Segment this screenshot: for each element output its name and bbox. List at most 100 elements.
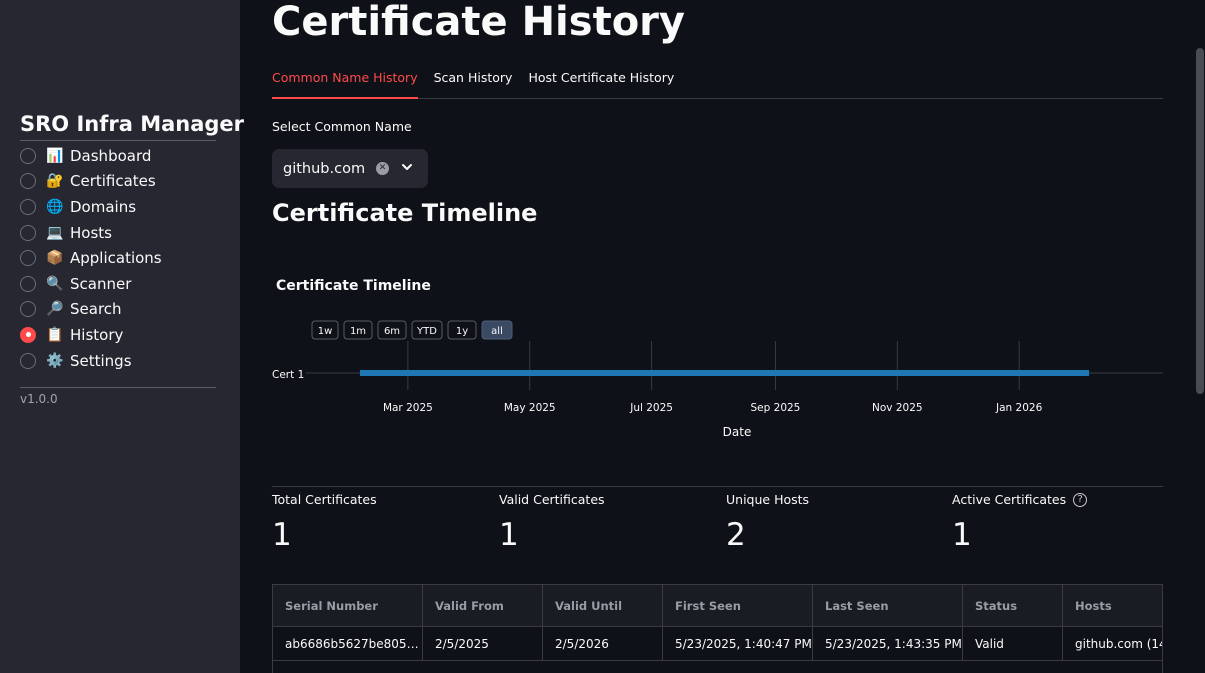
sidebar-item-dashboard[interactable]: 📊 Dashboard — [20, 143, 162, 169]
range-button-label: 1w — [318, 326, 333, 337]
chevron-down-icon[interactable] — [399, 159, 415, 175]
metric-unique-hosts: Unique Hosts 2 — [726, 492, 809, 553]
range-button-all[interactable]: all — [481, 320, 513, 340]
table-cell: 5/23/2025, 1:43:35 PM — [813, 627, 963, 660]
sidebar-item-search[interactable]: 🔎 Search — [20, 297, 162, 323]
sidebar-item-label: Search — [70, 300, 122, 319]
metric-valid-certificates: Valid Certificates 1 — [499, 492, 605, 553]
sidebar-item-settings[interactable]: ⚙️ Settings — [20, 348, 162, 374]
tab-bar: Common Name History Scan History Host Ce… — [272, 68, 1163, 99]
column-header[interactable]: Hosts — [1063, 585, 1162, 626]
sidebar-item-label: History — [70, 325, 124, 344]
tab-host-certificate-history[interactable]: Host Certificate History — [528, 68, 674, 99]
tab-common-name-history[interactable]: Common Name History — [272, 68, 418, 99]
table-cell: 2/5/2025 — [423, 627, 543, 660]
table-cell: 5/23/2025, 1:40:47 PM — [663, 627, 813, 660]
range-button-label: 6m — [384, 326, 400, 337]
common-name-select[interactable]: github.com ✕ — [272, 149, 428, 188]
radio-button[interactable] — [20, 301, 36, 318]
main-content: Certificate History Common Name History … — [272, 0, 1163, 673]
series-label: Cert 1 — [272, 369, 304, 381]
search-icon: 🔎 — [46, 301, 64, 318]
column-header[interactable]: Last Seen — [813, 585, 963, 626]
timeline-bar[interactable] — [359, 370, 1090, 376]
sidebar-item-history[interactable]: 📋 History — [20, 322, 162, 348]
range-button-1w[interactable]: 1w — [311, 320, 339, 340]
x-tick-label: Jan 2026 — [995, 402, 1043, 414]
laptop-icon: 💻 — [46, 224, 64, 241]
magnifier-icon: 🔍 — [46, 275, 64, 292]
sidebar-item-hosts[interactable]: 💻 Hosts — [20, 220, 162, 246]
radio-button[interactable] — [20, 147, 36, 164]
metric-label: Valid Certificates — [499, 492, 605, 507]
radio-button[interactable] — [20, 198, 36, 215]
gear-icon: ⚙️ — [46, 352, 64, 369]
column-header[interactable]: Valid From — [423, 585, 543, 626]
clear-icon[interactable]: ✕ — [376, 162, 389, 175]
x-tick-label: Nov 2025 — [872, 402, 923, 414]
range-button-1m[interactable]: 1m — [343, 320, 373, 340]
clipboard-icon: 📋 — [46, 326, 64, 343]
package-icon: 📦 — [46, 250, 64, 267]
range-button-6m[interactable]: 6m — [377, 320, 407, 340]
sidebar-item-label: Scanner — [70, 274, 132, 293]
column-header[interactable]: Serial Number — [273, 585, 423, 626]
radio-button[interactable] — [20, 326, 36, 343]
radio-button[interactable] — [20, 250, 36, 267]
globe-icon: 🌐 — [46, 198, 64, 215]
x-tick-label: Mar 2025 — [383, 402, 433, 414]
certificate-timeline-chart: Certificate Timeline 1w 1m 6m YTD 1y all Cert… — [272, 278, 1163, 439]
metric-active-certificates: Active Certificates ? 1 — [952, 492, 1088, 553]
metric-value: 1 — [272, 517, 292, 553]
scrollbar-thumb[interactable] — [1196, 48, 1204, 394]
radio-button[interactable] — [20, 224, 36, 241]
x-tick-label: May 2025 — [504, 402, 556, 414]
version-label: v1.0.0 — [20, 392, 58, 406]
range-button-1y[interactable]: 1y — [447, 320, 477, 340]
select-common-name-label: Select Common Name — [272, 119, 412, 134]
x-tick-label: Jul 2025 — [629, 402, 673, 414]
table-row[interactable]: ab6686b5627be805… 2/5/2025 2/5/2026 5/23/20… — [273, 627, 1162, 661]
sidebar-item-domains[interactable]: 🌐 Domains — [20, 194, 162, 220]
scrollbar[interactable] — [1194, 0, 1205, 673]
bar-chart-icon: 📊 — [46, 147, 64, 164]
tab-scan-history[interactable]: Scan History — [434, 68, 513, 99]
chart-bars — [359, 370, 1090, 376]
column-header[interactable]: Valid Until — [543, 585, 663, 626]
metric-total-certificates: Total Certificates 1 — [272, 492, 377, 553]
x-tick-label: Sep 2025 — [751, 402, 801, 414]
metric-label: Active Certificates — [952, 492, 1067, 507]
table-cell: 2/5/2026 — [543, 627, 663, 660]
section-title: Certificate Timeline — [272, 199, 538, 227]
radio-button[interactable] — [20, 352, 36, 369]
range-button-ytd[interactable]: YTD — [411, 320, 443, 340]
column-header[interactable]: Status — [963, 585, 1063, 626]
sidebar-item-applications[interactable]: 📦 Applications — [20, 245, 162, 271]
range-button-label: 1m — [350, 326, 366, 337]
metrics-row: Total Certificates 1 Valid Certificates … — [272, 486, 1163, 553]
radio-button[interactable] — [20, 275, 36, 292]
app-title: SRO Infra Manager — [20, 112, 245, 136]
column-header[interactable]: First Seen — [663, 585, 813, 626]
lock-with-key-icon: 🔐 — [46, 173, 64, 190]
table-cell: ab6686b5627be805… — [273, 627, 423, 660]
sidebar-item-scanner[interactable]: 🔍 Scanner — [20, 271, 162, 297]
metric-label: Unique Hosts — [726, 492, 810, 507]
x-axis-ticks: Mar 2025 May 2025 Jul 2025 Sep 2025 Nov 2025… — [383, 402, 1043, 414]
help-icon[interactable]: ? — [1073, 492, 1088, 507]
sidebar-item-certificates[interactable]: 🔐 Certificates — [20, 169, 162, 195]
range-button-label: all — [491, 326, 503, 337]
range-selector: 1w 1m 6m YTD 1y all — [311, 320, 513, 340]
range-button-label: YTD — [416, 326, 437, 337]
sidebar-nav: 📊 Dashboard 🔐 Certificates 🌐 Domains 💻 Hosts 📦 Ap… — [20, 143, 162, 373]
page-title: Certificate History — [272, 0, 685, 45]
metric-value: 2 — [726, 517, 746, 553]
select-value: github.com — [283, 160, 366, 177]
table-header: Serial Number Valid From Valid Until First … — [273, 585, 1162, 627]
sidebar-item-label: Certificates — [70, 172, 156, 191]
chart-title: Certificate Timeline — [276, 278, 431, 294]
radio-button[interactable] — [20, 173, 36, 190]
sidebar-item-label: Domains — [70, 197, 137, 216]
range-button-label: 1y — [456, 326, 468, 337]
sidebar: SRO Infra Manager 📊 Dashboard 🔐 Certificate… — [0, 0, 244, 673]
